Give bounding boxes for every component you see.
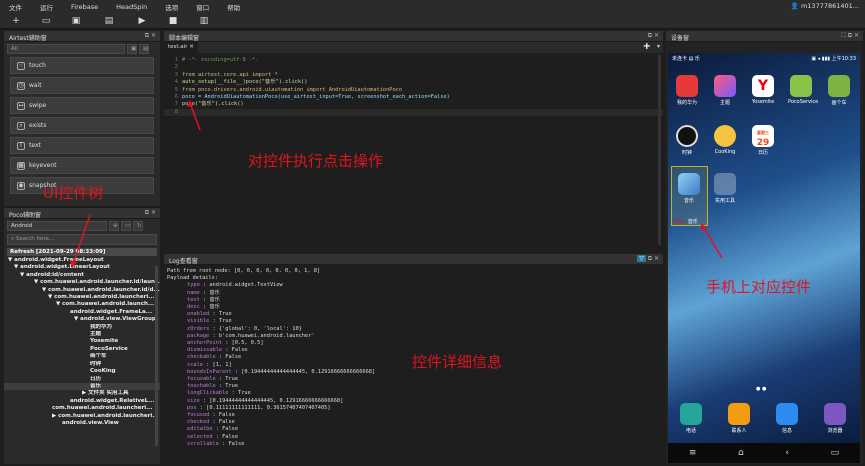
annotation-arrows (70, 100, 723, 268)
annotation-detail: 控件详细信息 (412, 353, 503, 371)
annotation-tree: UI控件树 (43, 184, 104, 202)
annotation-click: 对控件执行点击操作 (248, 152, 384, 170)
annotation-phone: 手机上对应控件 (706, 278, 812, 296)
